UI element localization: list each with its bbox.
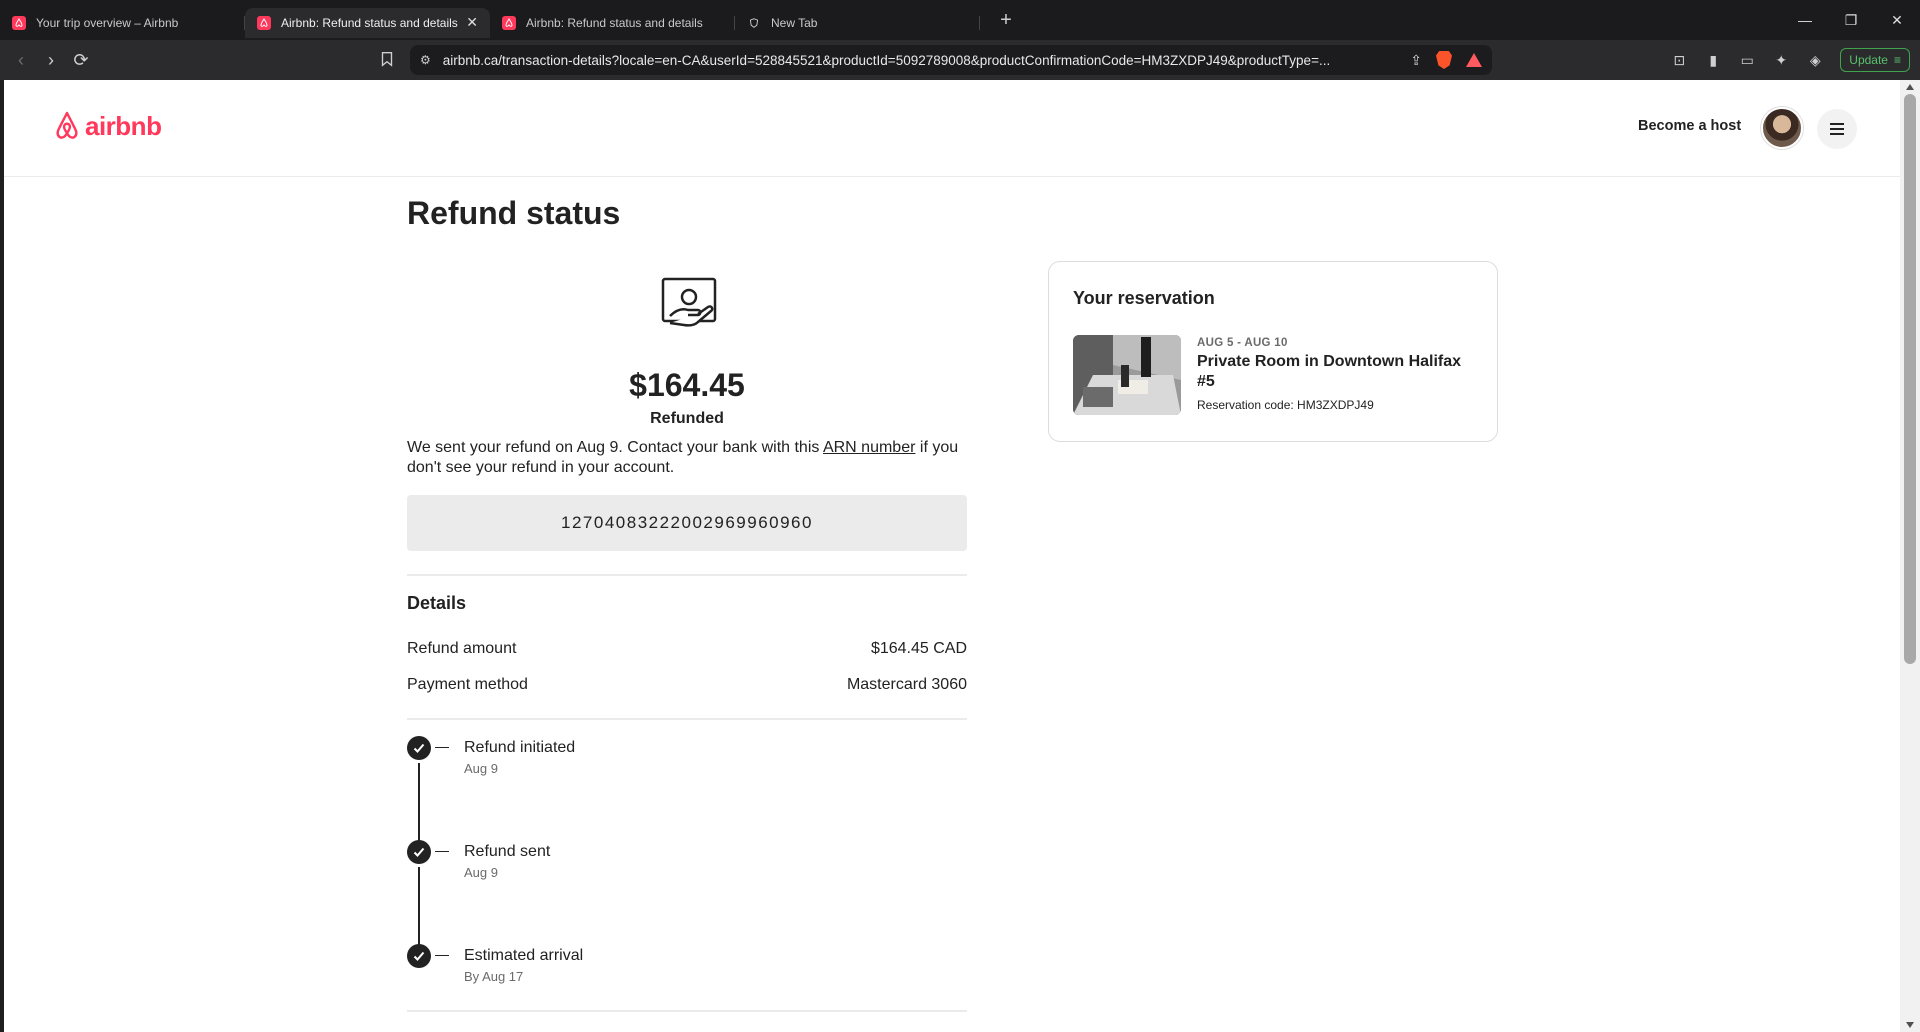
airbnb-favicon-icon — [502, 15, 516, 30]
leo-ai-icon[interactable]: ✦ — [1772, 51, 1790, 69]
tab-label: New Tab — [771, 15, 818, 30]
divider — [407, 718, 967, 720]
screenshot-icon[interactable]: ⊡ — [1670, 51, 1688, 69]
listing-name[interactable]: Private Room in Downtown Halifax #5 — [1197, 352, 1482, 392]
window-controls: — ❐ ✕ — [1782, 0, 1920, 40]
hamburger-icon — [1830, 123, 1844, 125]
update-label: Update — [1849, 53, 1888, 67]
new-tab-button[interactable]: + — [992, 9, 1020, 32]
details-title: Details — [407, 593, 467, 613]
logo-text: airbnb — [85, 110, 162, 141]
page-title: Refund status — [407, 195, 621, 231]
refund-hand-icon — [661, 277, 717, 327]
tab-trip-overview[interactable]: Your trip overview – Airbnb — [0, 8, 245, 38]
refund-amount: $164.45 — [629, 367, 745, 403]
detail-label: Refund amount — [407, 640, 517, 657]
update-button[interactable]: Update ≡ — [1840, 48, 1910, 72]
close-tab-icon[interactable]: ✕ — [466, 14, 478, 31]
tab-separator — [979, 15, 980, 30]
tab-refund-status-active[interactable]: Airbnb: Refund status and details ✕ — [245, 7, 490, 38]
hamburger-icon — [1830, 133, 1844, 135]
scroll-up-icon[interactable] — [1906, 84, 1914, 90]
tab-label: Airbnb: Refund status and details — [526, 15, 703, 30]
page-scrollbar[interactable] — [1900, 80, 1920, 1032]
reload-icon[interactable]: ⟳ — [66, 45, 96, 75]
arn-number-link[interactable]: ARN number — [823, 439, 915, 456]
site-settings-icon[interactable]: ⚙ — [420, 53, 431, 67]
reservation-card[interactable]: Your reservation AUG 5 - AUG 10 Private … — [1048, 261, 1498, 442]
arn-number-box: 127040832220029699609​60 — [407, 495, 967, 551]
tab-new-tab[interactable]: New Tab — [735, 8, 980, 38]
minimize-icon[interactable]: — — [1782, 0, 1828, 40]
sidebar-icon[interactable]: ▮ — [1704, 51, 1722, 69]
refund-status-label: Refunded — [650, 410, 724, 427]
timeline-dash — [435, 851, 449, 852]
menu-button[interactable] — [1817, 109, 1857, 149]
tab-label: Airbnb: Refund status and details — [281, 15, 458, 30]
page-content: airbnb Become a host Refund status $164.… — [4, 80, 1900, 1032]
timeline-label: Refund sent — [464, 843, 551, 860]
restore-icon[interactable]: ❐ — [1828, 0, 1874, 40]
refund-message: We sent your refund on Aug 9. Contact yo… — [407, 438, 967, 478]
airbnb-logo-icon — [56, 111, 78, 139]
avatar[interactable] — [1761, 107, 1803, 149]
refund-message-prefix: We sent your refund on Aug 9. Contact yo… — [407, 439, 820, 456]
reservation-title: Your reservation — [1073, 288, 1215, 308]
vpn-icon[interactable]: ◈ — [1806, 51, 1824, 69]
airbnb-favicon-icon — [257, 15, 271, 30]
listing-thumbnail[interactable] — [1073, 335, 1181, 415]
timeline-label: Estimated arrival — [464, 947, 584, 964]
wallet-icon[interactable]: ▭ — [1738, 51, 1756, 69]
bookmark-icon[interactable] — [378, 50, 398, 70]
timeline-connector — [418, 867, 420, 947]
back-arrow-icon[interactable]: ‹ — [6, 45, 36, 75]
reservation-code: Reservation code: HM3ZXDPJ49 — [1197, 398, 1374, 412]
timeline-connector — [418, 763, 420, 843]
airbnb-favicon-icon — [12, 15, 26, 30]
checkmark-icon — [407, 944, 431, 968]
hamburger-icon: ≡ — [1893, 53, 1901, 67]
scrollbar-thumb[interactable] — [1904, 94, 1916, 664]
forward-arrow-icon[interactable]: › — [36, 45, 66, 75]
close-window-icon[interactable]: ✕ — [1874, 0, 1920, 40]
become-host-link[interactable]: Become a host — [1638, 118, 1741, 134]
detail-value: $164.45 CAD — [870, 640, 967, 657]
site-header: airbnb Become a host — [4, 80, 1900, 177]
scroll-down-icon[interactable] — [1906, 1022, 1914, 1028]
timeline-date: By Aug 17 — [464, 969, 524, 984]
tab-refund-status[interactable]: Airbnb: Refund status and details — [490, 8, 735, 38]
checkmark-icon — [407, 736, 431, 760]
timeline-dash — [435, 955, 449, 956]
url-text: airbnb.ca/transaction-details?locale=en-… — [442, 52, 1331, 68]
divider — [407, 1010, 967, 1012]
brave-shield-icon — [747, 16, 761, 30]
airbnb-logo[interactable]: airbnb — [51, 110, 162, 142]
timeline-dash — [435, 747, 449, 748]
brave-shields-icon[interactable] — [1436, 51, 1452, 69]
detail-value: Mastercard 3060 — [846, 676, 967, 693]
timeline-date: Aug 9 — [464, 865, 498, 880]
reservation-dates: AUG 5 - AUG 10 — [1197, 337, 1288, 349]
detail-label: Payment method — [407, 676, 528, 693]
tab-bar: Your trip overview – Airbnb Airbnb: Refu… — [0, 0, 1920, 40]
timeline-date: Aug 9 — [464, 761, 498, 776]
tab-label: Your trip overview – Airbnb — [36, 15, 179, 30]
share-icon[interactable]: ⇪ — [1410, 52, 1422, 69]
checkmark-icon — [407, 840, 431, 864]
brave-rewards-icon[interactable] — [1466, 53, 1482, 67]
address-bar[interactable]: ⚙ airbnb.ca/transaction-details?locale=e… — [410, 45, 1492, 75]
divider — [407, 574, 967, 576]
browser-toolbar: ‹ › ⟳ ⚙ airbnb.ca/transaction-details?lo… — [0, 40, 1920, 80]
detail-row-refund-amount: Refund amount $164.45 CAD — [407, 640, 967, 658]
timeline-label: Refund initiated — [464, 739, 576, 756]
hamburger-icon — [1830, 128, 1844, 130]
detail-row-payment-method: Payment method Mastercard 3060 — [407, 676, 967, 694]
